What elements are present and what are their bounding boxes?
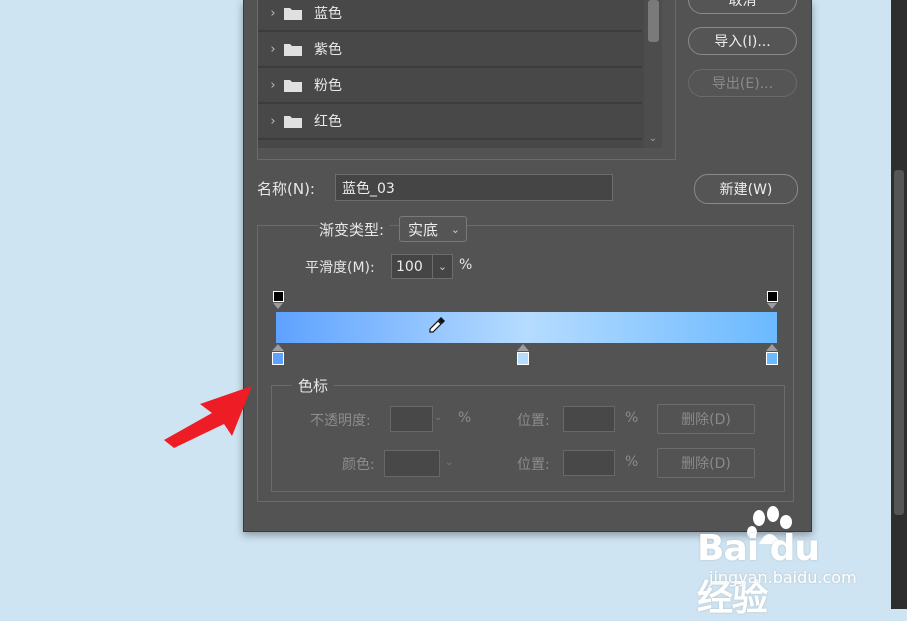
name-label: 名称(N):	[257, 180, 315, 198]
folder-icon	[284, 43, 302, 56]
delete-color-stop-button[interactable]: 删除(D)	[657, 448, 755, 478]
opacity-stop-pointer	[273, 303, 283, 309]
color-stop-swatch	[766, 352, 778, 365]
red-arrow-annotation-icon	[164, 386, 252, 448]
smoothness-percent: %	[459, 257, 473, 273]
opacity-location-percent: %	[625, 410, 639, 426]
folder-icon	[284, 79, 302, 92]
color-swatch-input[interactable]	[384, 450, 440, 477]
color-stop-swatch	[272, 352, 284, 365]
chevron-down-icon: ⌄	[450, 223, 460, 236]
chevron-right-icon[interactable]: ›	[262, 42, 284, 57]
color-label: 颜色:	[342, 457, 375, 473]
color-location-percent: %	[625, 454, 639, 470]
smoothness-value: 100	[396, 258, 423, 275]
opacity-stop-pointer	[767, 303, 777, 309]
chevron-down-icon[interactable]: ⌄	[432, 255, 452, 278]
color-stop-pointer	[272, 344, 284, 351]
color-stop-left[interactable]	[272, 344, 284, 366]
preset-folder-blue[interactable]: › 蓝色	[258, 0, 642, 32]
preset-folder-label: 紫色	[314, 42, 342, 58]
gradient-type-select[interactable]: 实底 ⌄	[399, 216, 467, 242]
color-location-input[interactable]	[563, 450, 615, 476]
preset-folder-label: 粉色	[314, 78, 342, 94]
window-scrollbar[interactable]	[891, 0, 907, 609]
color-stop-swatch	[517, 352, 529, 365]
preset-folder-label: 蓝色	[314, 6, 342, 22]
chevron-down-icon[interactable]: ⌄	[434, 412, 442, 423]
opacity-stop-swatch	[767, 291, 778, 302]
watermark-url: jingyan.baidu.com	[709, 568, 857, 587]
preset-folder-pink[interactable]: › 粉色	[258, 68, 642, 104]
opacity-input[interactable]	[390, 406, 433, 432]
color-stop-right[interactable]	[766, 344, 778, 366]
color-stop-pointer	[766, 344, 778, 351]
delete-opacity-stop-button[interactable]: 删除(D)	[657, 404, 755, 434]
name-input[interactable]	[335, 174, 613, 201]
export-button[interactable]: 导出(E)...	[688, 69, 797, 97]
eyedropper-cursor-icon	[429, 317, 445, 333]
preset-folder-purple[interactable]: › 紫色	[258, 32, 642, 68]
folder-icon	[284, 115, 302, 128]
cancel-button[interactable]: 取消	[688, 0, 797, 14]
opacity-stop-swatch	[273, 291, 284, 302]
gradient-bar[interactable]	[276, 312, 777, 343]
gradient-type-label: 渐变类型:	[319, 219, 391, 240]
opacity-percent: %	[458, 410, 472, 426]
chevron-down-icon[interactable]: ⌄	[445, 457, 453, 468]
chevron-right-icon[interactable]: ›	[262, 78, 284, 93]
opacity-location-input[interactable]	[563, 406, 615, 432]
preset-folder-red[interactable]: › 红色	[258, 104, 642, 140]
presets-scrollbar[interactable]: ⌄	[644, 0, 662, 148]
presets-scrollbar-thumb[interactable]	[648, 0, 659, 42]
color-stops-title: 色标	[292, 375, 335, 396]
gradient-type-value: 实底	[408, 220, 439, 239]
chevron-right-icon[interactable]: ›	[262, 6, 284, 21]
gradient-editor-dialog: › 蓝色 › 紫色 › 粉色 › 红色 ⌄ 取消 导入(I)... 导出(E).…	[243, 0, 812, 532]
color-location-label: 位置:	[517, 457, 550, 473]
opacity-stop-right[interactable]	[767, 291, 778, 309]
opacity-location-label: 位置:	[517, 413, 550, 429]
smoothness-label: 平滑度(M):	[305, 260, 375, 276]
smoothness-input[interactable]: 100 ⌄	[391, 254, 453, 279]
presets-list: › 蓝色 › 紫色 › 粉色 › 红色	[258, 0, 644, 148]
color-stop-pointer	[517, 344, 529, 351]
preset-folder-label: 红色	[314, 114, 342, 130]
opacity-label: 不透明度:	[310, 413, 371, 429]
color-stop-middle[interactable]	[517, 344, 529, 366]
opacity-stop-left[interactable]	[273, 291, 284, 309]
chevron-down-icon[interactable]: ⌄	[646, 133, 660, 144]
window-scrollbar-thumb[interactable]	[894, 170, 904, 515]
import-button[interactable]: 导入(I)...	[688, 27, 797, 55]
chevron-right-icon[interactable]: ›	[262, 114, 284, 129]
new-button[interactable]: 新建(W)	[694, 174, 798, 204]
baidu-jingyan-watermark: Bai du 经验 jingyan.baidu.com	[697, 506, 862, 619]
folder-icon	[284, 7, 302, 20]
